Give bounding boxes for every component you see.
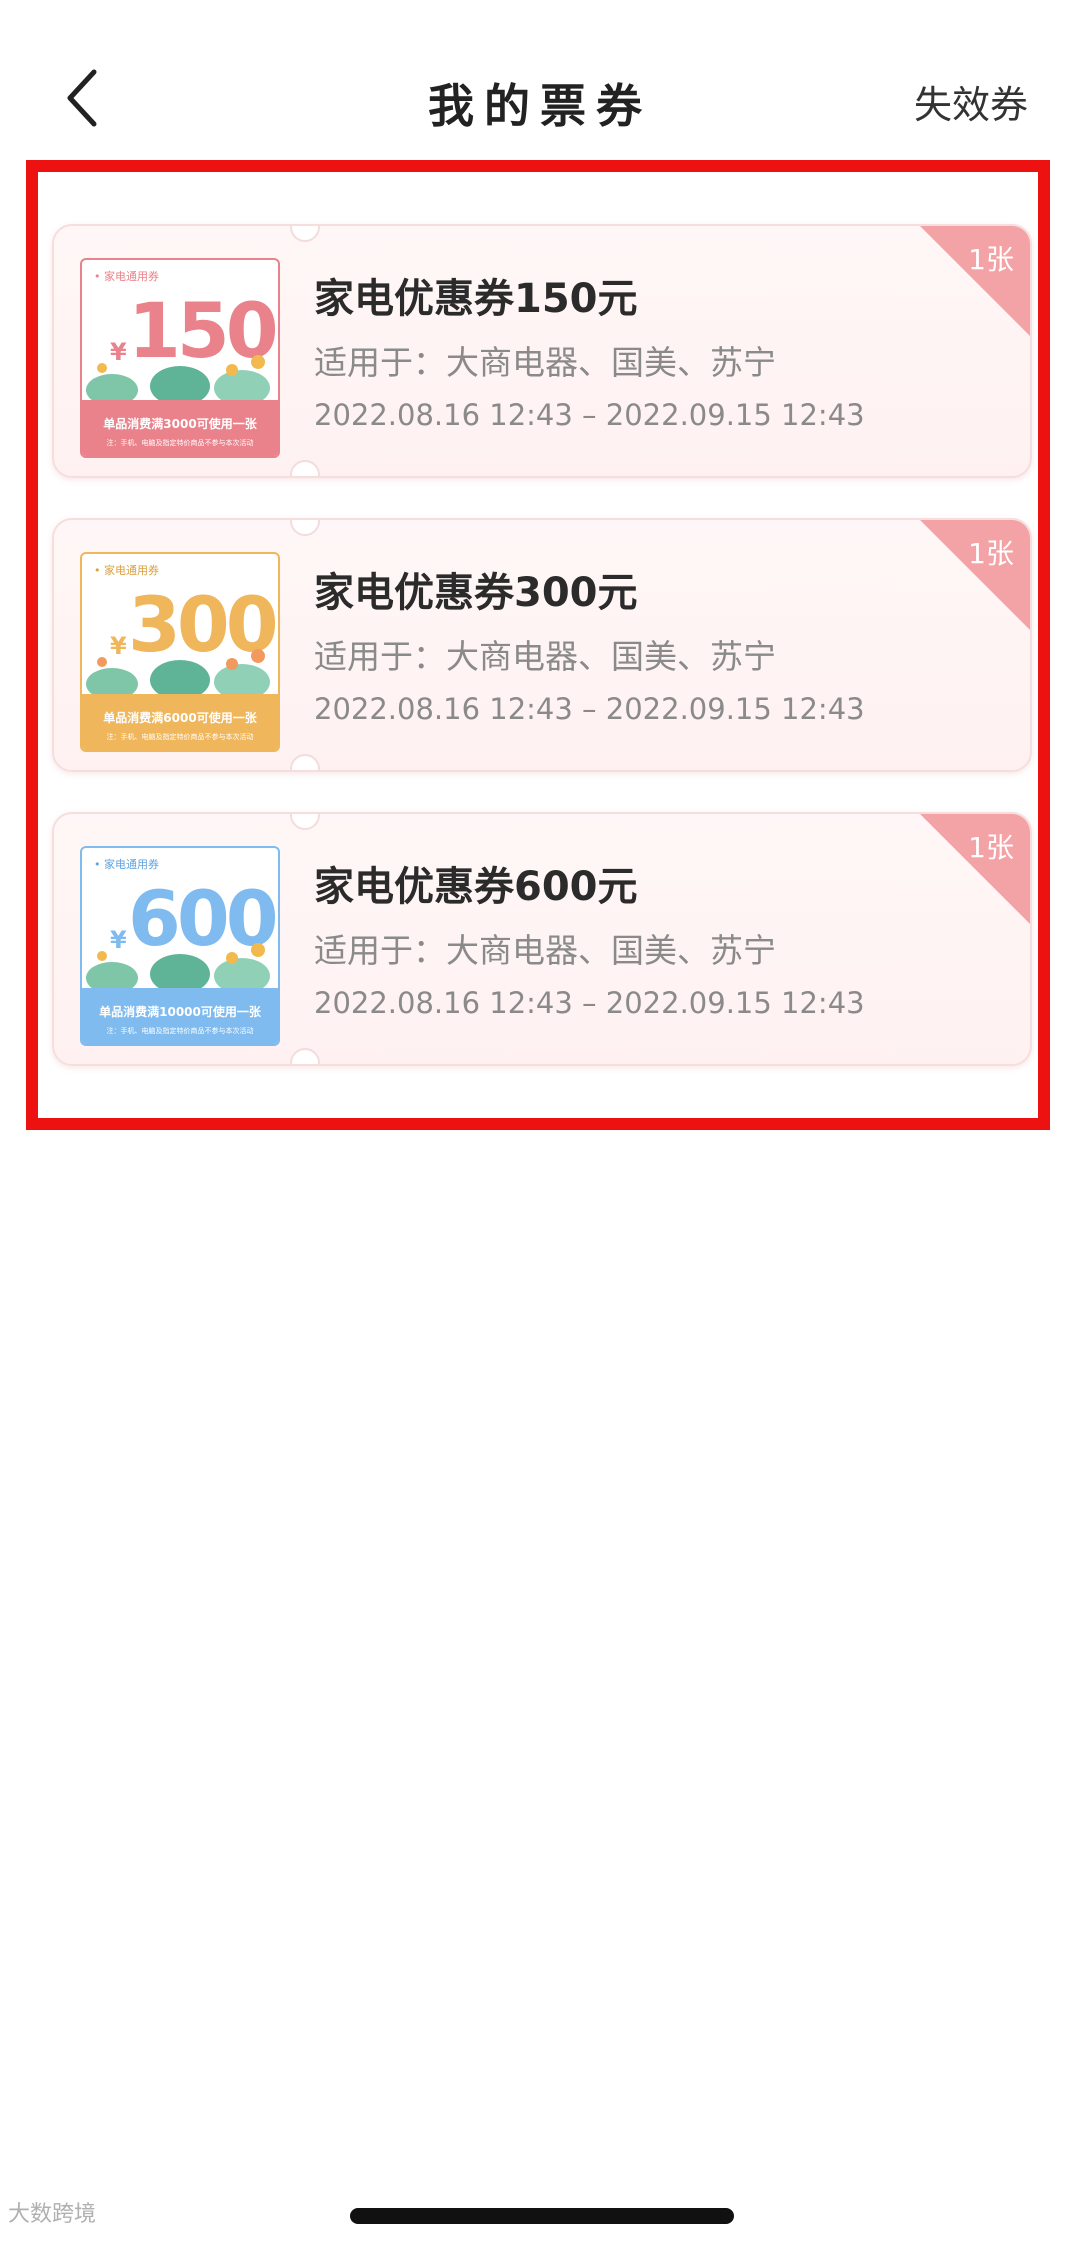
ticket-notch [290, 520, 320, 536]
coupon-scope: 适用于：大商电器、国美、苏宁 [314, 343, 776, 382]
coupon-title: 家电优惠券150元 [314, 276, 638, 322]
coupon-validity: 2022.08.16 12:43 – 2022.09.15 12:43 [314, 398, 865, 432]
count-label: 1张 [968, 243, 1014, 276]
coupon-title: 家电优惠券300元 [314, 570, 638, 616]
count-badge: 1张 [920, 226, 1030, 336]
expired-coupons-link[interactable]: 失效券 [914, 74, 1028, 129]
coupon-card[interactable]: 1张 • 家电通用券 ¥ 300 单品消费满6000可使用一张 注：手机、电脑及… [52, 518, 1032, 772]
ticket-notch [290, 226, 320, 242]
thumb-note: 注：手机、电脑及指定特价商品不参与本次活动 [106, 733, 254, 741]
ticket-notch [290, 460, 320, 476]
coupon-thumbnail: • 家电通用券 ¥ 150 单品消费满3000可使用一张 注：手机、电脑及指定特… [80, 258, 280, 458]
coupon-validity: 2022.08.16 12:43 – 2022.09.15 12:43 [314, 986, 865, 1020]
thumb-condition: 单品消费满10000可使用一张 [99, 1005, 261, 1019]
ticket-notch [290, 754, 320, 770]
count-badge: 1张 [920, 520, 1030, 630]
home-indicator[interactable] [350, 2208, 734, 2224]
coupon-thumbnail: • 家电通用券 ¥ 600 单品消费满10000可使用一张 注：手机、电脑及指定… [80, 846, 280, 1046]
thumb-note: 注：手机、电脑及指定特价商品不参与本次活动 [106, 439, 254, 447]
coupon-scope: 适用于：大商电器、国美、苏宁 [314, 637, 776, 676]
count-label: 1张 [968, 831, 1014, 864]
thumb-label: • 家电通用券 [94, 858, 159, 871]
foliage-illustration [86, 943, 270, 994]
count-badge: 1张 [920, 814, 1030, 924]
coupon-card[interactable]: 1张 • 家电通用券 ¥ 600 单品消费满10000可使用一张 注：手机、电脑… [52, 812, 1032, 1066]
count-label: 1张 [968, 537, 1014, 570]
ticket-notch [290, 1048, 320, 1064]
foliage-illustration [86, 355, 270, 406]
coupon-scope: 适用于：大商电器、国美、苏宁 [314, 931, 776, 970]
ticket-notch [290, 814, 320, 830]
thumb-condition: 单品消费满6000可使用一张 [103, 711, 257, 725]
coupon-thumbnail: • 家电通用券 ¥ 300 单品消费满6000可使用一张 注：手机、电脑及指定特… [80, 552, 280, 752]
thumb-label: • 家电通用券 [94, 564, 159, 577]
coupon-validity: 2022.08.16 12:43 – 2022.09.15 12:43 [314, 692, 865, 726]
thumb-condition: 单品消费满3000可使用一张 [103, 417, 257, 431]
foliage-illustration [86, 649, 270, 700]
thumb-note: 注：手机、电脑及指定特价商品不参与本次活动 [106, 1027, 254, 1035]
watermark: 大数跨境 [8, 2202, 97, 2227]
thumb-label: • 家电通用券 [94, 270, 159, 283]
coupon-card[interactable]: 1张 • 家电通用券 ¥ 150 单品消费满3000可使用一张 注：手机、电脑及… [52, 224, 1032, 478]
coupon-title: 家电优惠券600元 [314, 864, 638, 910]
nav-bar: 我的票券 失效券 [0, 0, 1080, 150]
